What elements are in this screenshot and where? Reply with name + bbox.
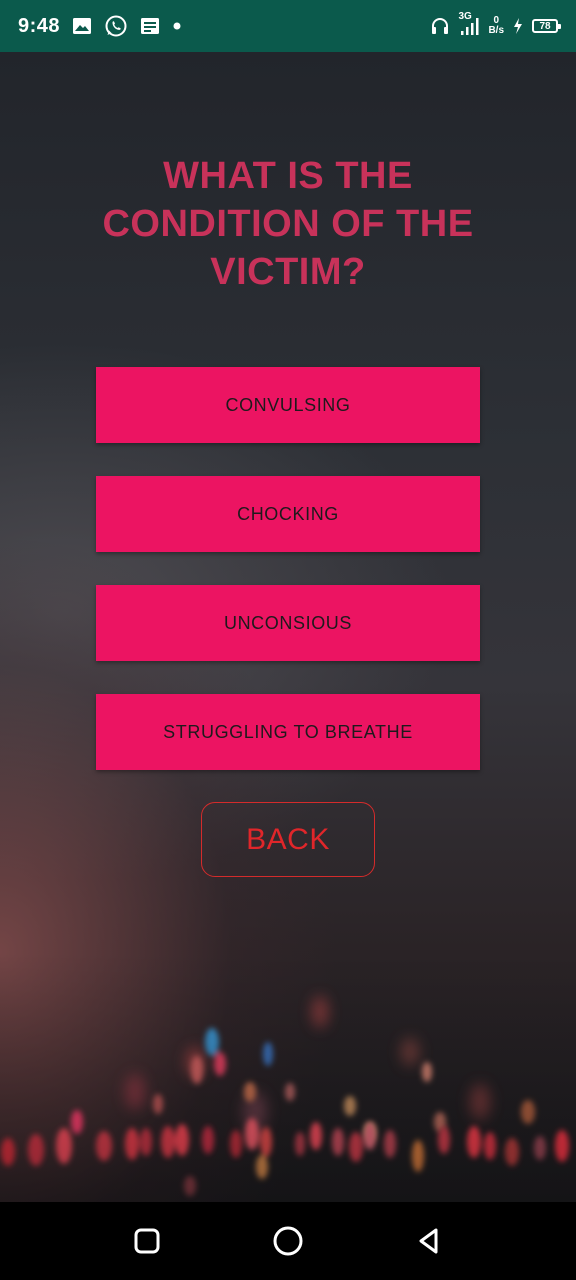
status-time: 9:48 — [18, 14, 61, 37]
message-icon — [140, 17, 160, 35]
status-bar: 9:48 3G 0 B/s 78 — [0, 0, 576, 52]
charging-icon — [512, 17, 524, 35]
status-right: 3G 0 B/s 78 — [430, 11, 561, 37]
option-unconsious-button[interactable]: UNCONSIOUS — [96, 585, 480, 661]
back-button[interactable]: BACK — [201, 802, 375, 877]
gallery-icon — [72, 17, 92, 35]
recents-icon[interactable] — [122, 1216, 172, 1266]
speed-unit: B/s — [488, 25, 504, 36]
network-speed: 0 B/s — [488, 16, 504, 36]
battery-icon: 78 — [532, 19, 561, 33]
navigation-bar — [0, 1202, 576, 1280]
signal-icon: 3G — [458, 11, 480, 37]
option-convulsing-button[interactable]: CONVULSING — [96, 367, 480, 443]
app-screen: 9:48 3G 0 B/s 78 WHAT IS THE CONDITION O… — [0, 0, 576, 1280]
back-triangle-icon[interactable] — [404, 1216, 454, 1266]
home-icon[interactable] — [263, 1216, 313, 1266]
question-heading: WHAT IS THE CONDITION OF THE VICTIM? — [102, 155, 474, 293]
option-chocking-button[interactable]: CHOCKING — [96, 476, 480, 552]
headphones-icon — [430, 16, 450, 36]
battery-level: 78 — [539, 20, 551, 32]
network-label: 3G — [458, 11, 472, 22]
whatsapp-icon — [104, 14, 128, 38]
option-struggling-to-breathe-button[interactable]: STRUGGLING TO BREATHE — [96, 694, 480, 770]
dot-icon — [172, 21, 182, 31]
status-left: 9:48 — [18, 14, 182, 38]
